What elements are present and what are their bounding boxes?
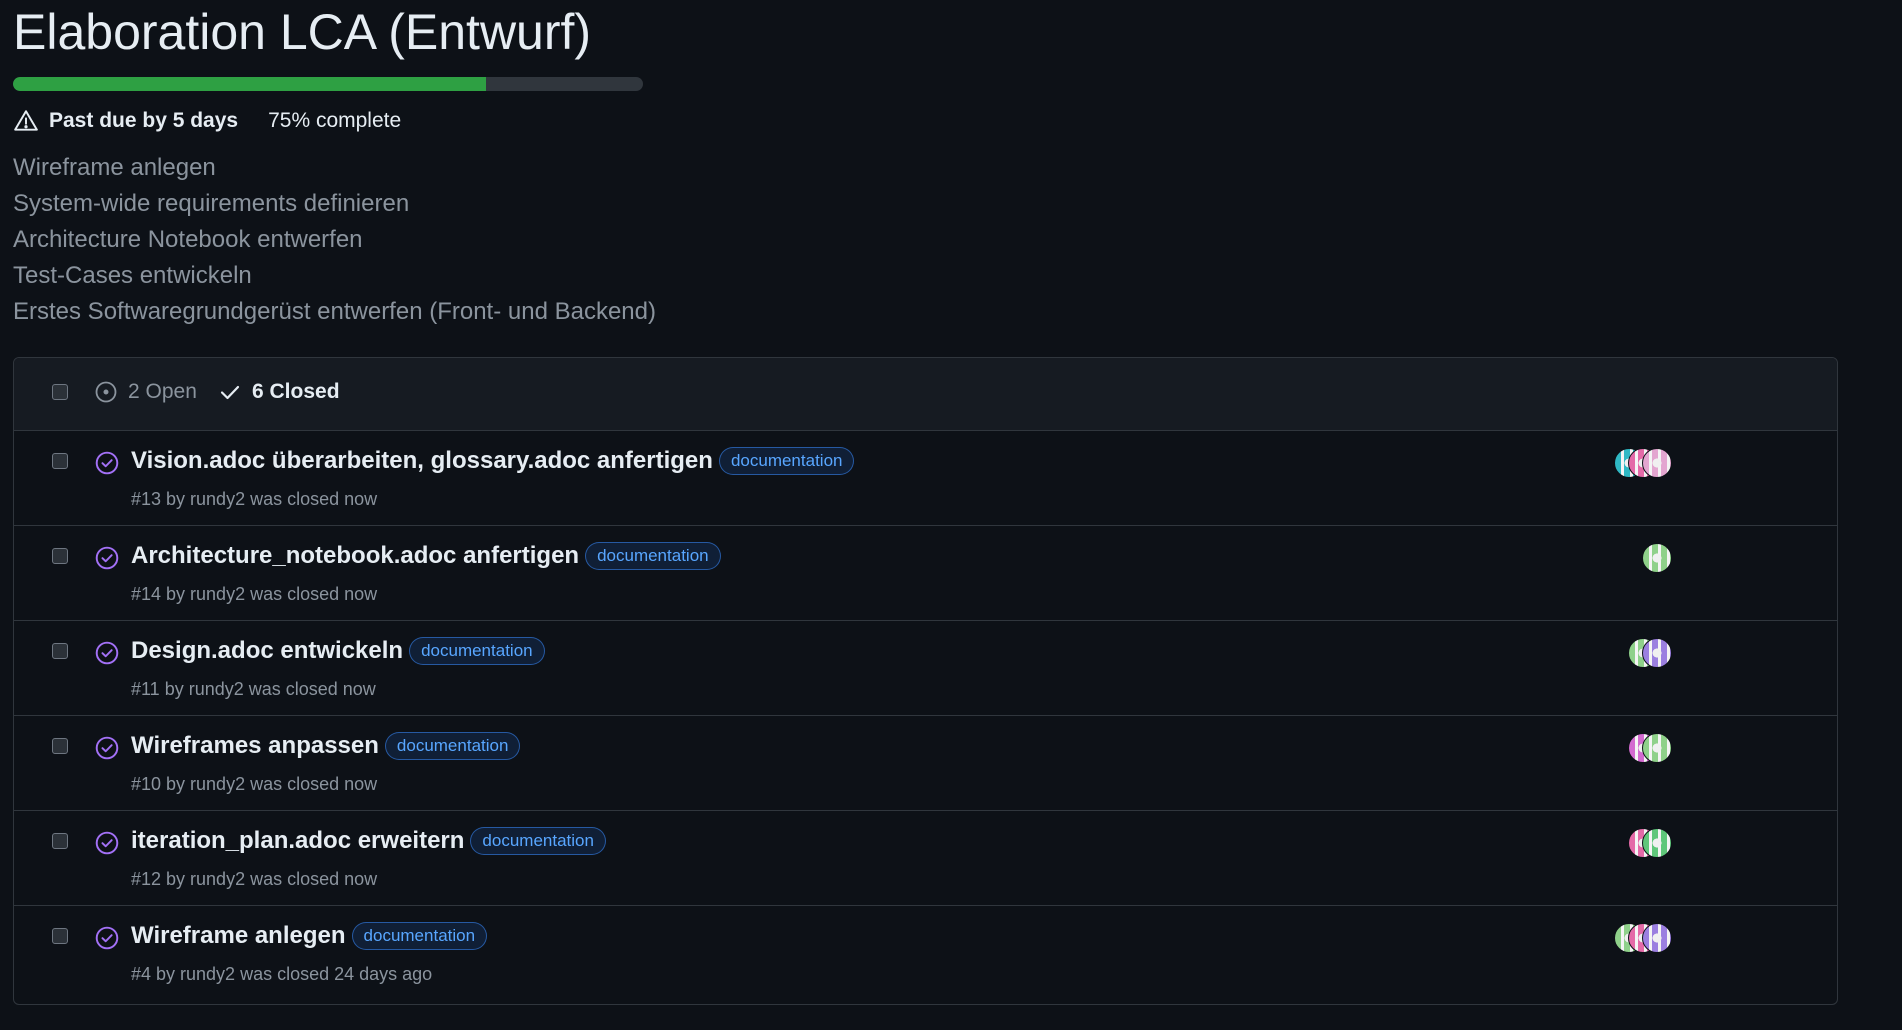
issue-meta: #10 by rundy2 was closed now	[131, 774, 378, 794]
avatar[interactable]	[1642, 733, 1672, 763]
open-issues-label: 2 Open	[128, 380, 197, 403]
issue-closed-icon	[94, 735, 120, 761]
assignee-avatars[interactable]	[1628, 638, 1672, 668]
milestone-description: Wireframe anlegen System-wide requiremen…	[13, 150, 656, 330]
description-line: Wireframe anlegen	[13, 154, 216, 181]
issue-checkbox[interactable]	[52, 548, 68, 564]
issue-closed-icon	[94, 640, 120, 666]
closed-issues-label: 6 Closed	[252, 380, 340, 403]
description-line: Test-Cases entwickeln	[13, 262, 252, 289]
issue-title-link[interactable]: Wireframe anlegen	[131, 922, 346, 950]
avatar[interactable]	[1642, 828, 1672, 858]
issue-checkbox[interactable]	[52, 643, 68, 659]
description-line: Architecture Notebook entwerfen	[13, 226, 363, 253]
issues-list-header: 2 Open 6 Closed	[14, 358, 1837, 431]
issue-open-icon	[94, 380, 118, 404]
issue-row[interactable]: Wireframe anlegen documentation #4 by ru…	[14, 906, 1837, 1000]
select-all-checkbox[interactable]	[52, 384, 68, 400]
issue-title-link[interactable]: Design.adoc entwickeln	[131, 637, 403, 665]
issue-row[interactable]: Wireframes anpassen documentation #10 by…	[14, 716, 1837, 811]
alert-icon	[13, 108, 39, 134]
closed-issues-filter[interactable]: 6 Closed	[218, 380, 340, 404]
issue-closed-icon	[94, 450, 120, 476]
avatar[interactable]	[1642, 923, 1672, 953]
milestone-title: Elaboration LCA (Entwurf)	[13, 4, 592, 60]
issue-row[interactable]: Vision.adoc überarbeiten, glossary.adoc …	[14, 431, 1837, 526]
issue-closed-icon	[94, 545, 120, 571]
avatar[interactable]	[1642, 448, 1672, 478]
complete-text: 75% complete	[268, 109, 402, 132]
description-line: Erstes Softwaregrundgerüst entwerfen (Fr…	[13, 298, 656, 325]
documentation-label[interactable]: documentation	[409, 637, 545, 665]
issue-meta: #11 by rundy2 was closed now	[131, 679, 376, 699]
issue-meta: #12 by rundy2 was closed now	[131, 869, 378, 889]
issue-checkbox[interactable]	[52, 928, 68, 944]
open-issues-filter[interactable]: 2 Open	[94, 380, 197, 404]
issue-checkbox[interactable]	[52, 833, 68, 849]
issue-meta: #13 by rundy2 was closed now	[131, 489, 378, 509]
documentation-label[interactable]: documentation	[470, 827, 606, 855]
progress-bar-fill	[13, 77, 486, 91]
issue-title-link[interactable]: Vision.adoc überarbeiten, glossary.adoc …	[131, 447, 713, 475]
assignee-avatars[interactable]	[1628, 733, 1672, 763]
issue-title-link[interactable]: Architecture_notebook.adoc anfertigen	[131, 542, 579, 570]
assignee-avatars[interactable]	[1614, 923, 1672, 953]
documentation-label[interactable]: documentation	[585, 542, 721, 570]
issue-checkbox[interactable]	[52, 738, 68, 754]
assignee-avatars[interactable]	[1642, 543, 1672, 573]
issue-title-link[interactable]: Wireframes anpassen	[131, 732, 379, 760]
milestone-status: Past due by 5 days 75% complete	[13, 108, 401, 134]
issue-closed-icon	[94, 830, 120, 856]
issue-row[interactable]: Architecture_notebook.adoc anfertigen do…	[14, 526, 1837, 621]
issue-row[interactable]: iteration_plan.adoc erweitern documentat…	[14, 811, 1837, 906]
issue-title-link[interactable]: iteration_plan.adoc erweitern	[131, 827, 464, 855]
issue-closed-icon	[94, 925, 120, 951]
documentation-label[interactable]: documentation	[351, 922, 488, 950]
past-due-text: Past due by 5 days	[49, 109, 239, 132]
assignee-avatars[interactable]	[1628, 828, 1672, 858]
assignee-avatars[interactable]	[1614, 448, 1672, 478]
issue-meta: #14 by rundy2 was closed now	[131, 584, 378, 604]
issues-list: 2 Open 6 Closed Vision.adoc überarbeiten…	[13, 357, 1838, 1005]
avatar[interactable]	[1642, 638, 1672, 668]
description-line: System-wide requirements definieren	[13, 190, 410, 217]
documentation-label[interactable]: documentation	[718, 447, 855, 475]
milestone-progress-bar	[13, 77, 643, 91]
check-icon	[218, 380, 242, 404]
avatar[interactable]	[1642, 543, 1672, 573]
issue-row[interactable]: Design.adoc entwickeln documentation #11…	[14, 621, 1837, 716]
documentation-label[interactable]: documentation	[384, 732, 521, 760]
issue-meta: #4 by rundy2 was closed 24 days ago	[131, 964, 433, 984]
issue-checkbox[interactable]	[52, 453, 68, 469]
